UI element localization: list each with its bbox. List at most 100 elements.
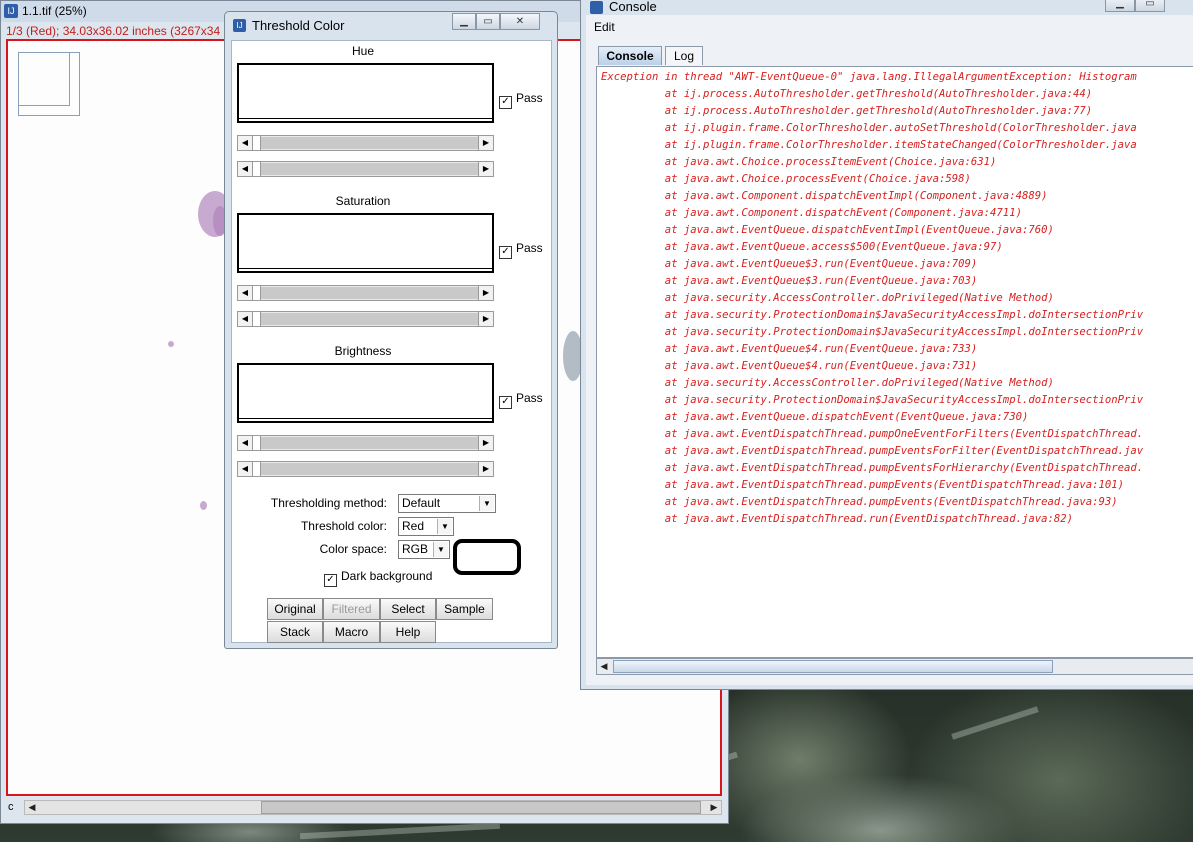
- chevron-down-icon: ▼: [433, 542, 448, 557]
- scroll-left-arrow-icon[interactable]: ◀: [25, 801, 39, 814]
- image-info-line: 1/3 (Red); 34.03x36.02 inches (3267x34: [6, 24, 221, 38]
- console-log-line: at java.awt.EventDispatchThread.pumpEven…: [601, 445, 1144, 457]
- console-log-line: at java.awt.EventDispatchThread.run(Even…: [601, 513, 1073, 525]
- slider-right-arrow-icon[interactable]: ▶: [478, 312, 493, 326]
- console-log-line: at ij.process.AutoThresholder.getThresho…: [601, 88, 1093, 100]
- slider-right-arrow-icon[interactable]: ▶: [478, 162, 493, 176]
- slider-left-arrow-icon[interactable]: ◀: [238, 286, 253, 300]
- console-window-title: Console: [609, 0, 657, 14]
- minimize-icon[interactable]: ▁: [452, 13, 476, 30]
- console-log-line: at java.security.ProtectionDomain$JavaSe…: [601, 309, 1144, 321]
- close-icon[interactable]: ✕: [500, 13, 540, 30]
- color-space-select[interactable]: RGB ▼: [398, 540, 450, 559]
- highlight-circle: [453, 539, 521, 575]
- slider-left-arrow-icon[interactable]: ◀: [238, 462, 253, 476]
- saturation-min-slider[interactable]: ◀ ▶: [237, 285, 494, 301]
- hue-pass-checkbox[interactable]: ✓ Pass: [499, 91, 543, 109]
- image-horizontal-scrollbar[interactable]: c ◀ ▶: [6, 799, 722, 817]
- dark-background-label: Dark background: [341, 569, 433, 583]
- channel-label: c: [8, 801, 14, 813]
- checkbox-checked-icon: ✓: [499, 96, 512, 109]
- console-log-line: at java.awt.EventQueue.dispatchEventImpl…: [601, 224, 1054, 236]
- console-window: Console ▁ ▭ Edit Console Log Exception i…: [580, 0, 1193, 690]
- console-log-line: at java.awt.EventDispatchThread.pumpEven…: [601, 462, 1144, 474]
- macro-button[interactable]: Macro: [323, 621, 380, 643]
- console-horizontal-scrollbar[interactable]: ◀ ▶: [596, 658, 1193, 675]
- console-log-line: at java.awt.EventQueue$3.run(EventQueue.…: [601, 275, 978, 287]
- pass-label: Pass: [516, 391, 543, 405]
- java-app-icon: [590, 1, 603, 14]
- slider-right-arrow-icon[interactable]: ▶: [478, 136, 493, 150]
- brightness-label: Brightness: [334, 344, 392, 358]
- threshold-color-select[interactable]: Red ▼: [398, 517, 454, 536]
- scroll-thumb[interactable]: [261, 801, 701, 814]
- console-log-line: at java.security.ProtectionDomain$JavaSe…: [601, 326, 1144, 338]
- console-log-line: at java.awt.Component.dispatchEvent(Comp…: [601, 207, 1022, 219]
- scroll-thumb[interactable]: [613, 660, 1053, 673]
- thresholding-method-value: Default: [402, 496, 441, 510]
- help-button[interactable]: Help: [380, 621, 436, 643]
- console-log-line: at java.awt.EventDispatchThread.pumpEven…: [601, 479, 1124, 491]
- threshold-panel: Hue ✓ Pass ◀ ▶ ◀ ▶ Saturation ✓ Pass ◀ ▶ ◀ ▶ B…: [231, 40, 552, 643]
- slider-left-arrow-icon[interactable]: ◀: [238, 162, 253, 176]
- threshold-color-value: Red: [402, 519, 425, 533]
- slider-left-arrow-icon[interactable]: ◀: [238, 312, 253, 326]
- minimize-icon[interactable]: ▁: [1105, 0, 1135, 12]
- brightness-min-slider[interactable]: ◀ ▶: [237, 435, 494, 451]
- console-log-line: at java.awt.EventQueue$3.run(EventQueue.…: [601, 258, 978, 270]
- dark-background-checkbox[interactable]: ✓ Dark background: [324, 569, 432, 587]
- sample-button[interactable]: Sample: [436, 598, 493, 620]
- scroll-right-arrow-icon[interactable]: ▶: [707, 801, 721, 814]
- hue-min-slider[interactable]: ◀ ▶: [237, 135, 494, 151]
- slider-right-arrow-icon[interactable]: ▶: [478, 436, 493, 450]
- brightness-max-slider[interactable]: ◀ ▶: [237, 461, 494, 477]
- threshold-color-window: IJ Threshold Color ▁ ▭ ✕ Hue ✓ Pass ◀ ▶ ◀ ▶…: [224, 11, 558, 649]
- console-log-line: at ij.process.AutoThresholder.getThresho…: [601, 105, 1093, 117]
- saturation-label: Saturation: [335, 194, 391, 208]
- threshold-titlebar[interactable]: IJ Threshold Color ▁ ▭ ✕: [225, 12, 557, 38]
- chevron-down-icon: ▼: [479, 496, 494, 511]
- tab-console[interactable]: Console: [598, 46, 662, 65]
- console-log-line: at java.security.ProtectionDomain$JavaSe…: [601, 394, 1144, 406]
- console-log-line: at java.awt.EventQueue$4.run(EventQueue.…: [601, 343, 978, 355]
- brightness-pass-checkbox[interactable]: ✓ Pass: [499, 391, 543, 409]
- hue-histogram: [237, 63, 494, 123]
- console-log-area[interactable]: Exception in thread "AWT-EventQueue-0" j…: [596, 66, 1193, 658]
- filtered-button[interactable]: Filtered: [323, 598, 380, 620]
- console-log-line: at java.awt.Choice.processEvent(Choice.j…: [601, 173, 971, 185]
- checkbox-checked-icon: ✓: [499, 246, 512, 259]
- stack-button[interactable]: Stack: [267, 621, 323, 643]
- slider-right-arrow-icon[interactable]: ▶: [478, 286, 493, 300]
- saturation-max-slider[interactable]: ◀ ▶: [237, 311, 494, 327]
- scroll-left-arrow-icon[interactable]: ◀: [597, 660, 611, 673]
- pass-label: Pass: [516, 241, 543, 255]
- original-button[interactable]: Original: [267, 598, 323, 620]
- saturation-histogram: [237, 213, 494, 273]
- hue-max-slider[interactable]: ◀ ▶: [237, 161, 494, 177]
- chevron-down-icon: ▼: [437, 519, 452, 534]
- console-titlebar[interactable]: Console ▁ ▭: [581, 0, 1193, 15]
- maximize-icon[interactable]: ▭: [476, 13, 500, 30]
- tab-log[interactable]: Log: [665, 46, 703, 65]
- pass-label: Pass: [516, 91, 543, 105]
- slider-right-arrow-icon[interactable]: ▶: [478, 462, 493, 476]
- select-button[interactable]: Select: [380, 598, 436, 620]
- menu-edit[interactable]: Edit: [594, 20, 615, 34]
- console-log-line: at java.security.AccessController.doPriv…: [601, 292, 1054, 304]
- maximize-icon[interactable]: ▭: [1135, 0, 1165, 12]
- tissue-fragment: [168, 341, 174, 347]
- scroll-track[interactable]: ◀ ▶: [24, 800, 722, 815]
- console-log-line: at java.security.AccessController.doPriv…: [601, 377, 1054, 389]
- console-log-line: at java.awt.EventDispatchThread.pumpOneE…: [601, 428, 1144, 440]
- slider-left-arrow-icon[interactable]: ◀: [238, 136, 253, 150]
- checkbox-checked-icon: ✓: [324, 574, 337, 587]
- console-log-line: Exception in thread "AWT-EventQueue-0" j…: [601, 71, 1137, 83]
- slider-left-arrow-icon[interactable]: ◀: [238, 436, 253, 450]
- navigator-box: [18, 52, 80, 116]
- console-log-line: at ij.plugin.frame.ColorThresholder.item…: [601, 139, 1137, 151]
- console-log-line: at java.awt.EventDispatchThread.pumpEven…: [601, 496, 1118, 508]
- thresholding-method-select[interactable]: Default ▼: [398, 494, 496, 513]
- console-log-line: at java.awt.EventQueue.dispatchEvent(Eve…: [601, 411, 1029, 423]
- saturation-pass-checkbox[interactable]: ✓ Pass: [499, 241, 543, 259]
- image-window-title: 1.1.tif (25%): [22, 4, 87, 18]
